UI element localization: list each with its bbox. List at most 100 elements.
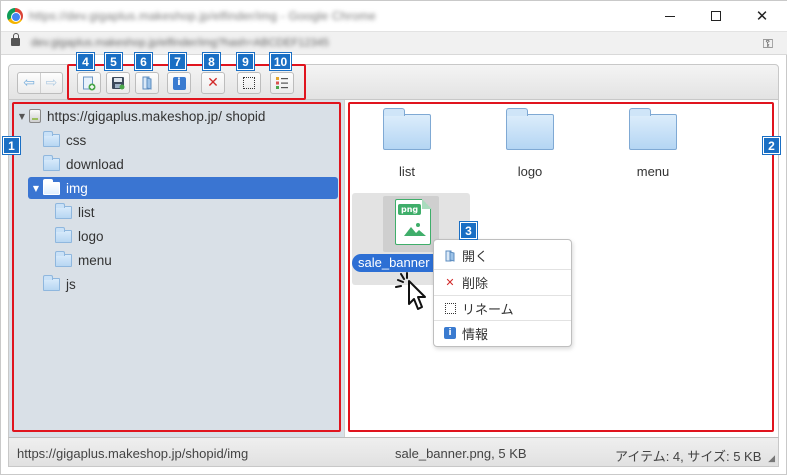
view-toggle-button[interactable] [270,72,294,94]
folder-label: logo [517,164,543,179]
folder-icon [43,154,60,171]
badge-open: 6 [135,53,152,70]
tree-item-label: css [66,132,87,148]
tree-item-download[interactable]: download [43,153,333,175]
close-button[interactable]: ✕ [739,1,785,31]
download-icon [112,77,125,90]
open-icon [142,76,152,90]
url-field[interactable]: dev.gigaplus.makeshop.jp/elfinder/img?ha… [31,37,329,49]
drive-icon [29,109,41,123]
view-list-icon [276,77,288,89]
tree-root-label: https://gigaplus.makeshop.jp/ shopid [47,108,266,124]
tree-item-css[interactable]: css [43,129,333,151]
open-icon [444,250,456,262]
badge-content: 2 [763,137,780,154]
window-title: https://dev.gigaplus.makeshop.jp/elfinde… [29,9,376,23]
chrome-icon [7,8,23,24]
status-bar: https://gigaplus.makeshop.jp/shopid/img … [8,437,779,467]
upload-button[interactable] [77,72,101,94]
status-path: https://gigaplus.makeshop.jp/shopid/img [17,446,249,461]
file-name-label[interactable]: sale_banner [352,254,436,272]
tool-button-group: i ✕ [69,69,304,99]
folder-item-logo[interactable]: logo [486,108,574,179]
maximize-button[interactable] [693,1,739,31]
open-folder-icon [43,178,60,195]
document-icon: png [395,198,432,245]
badge-info: 7 [169,53,186,70]
close-icon: ✕ [755,8,769,25]
badge-delete: 8 [203,53,220,70]
mouse-cursor-icon [395,272,426,310]
delete-icon: ✕ [207,75,219,91]
info-icon: i [172,76,186,90]
folder-icon [55,226,72,243]
badge-view: 10 [270,53,291,70]
title-bar: https://dev.gigaplus.makeshop.jp/elfinde… [1,1,787,31]
folder-icon [55,202,72,219]
address-bar: dev.gigaplus.makeshop.jp/elfinder/img?ha… [1,31,787,55]
toolbar: ⇦ ⇨ i ✕ [8,64,779,100]
download-button[interactable] [106,72,130,94]
forward-button[interactable]: ⇨ [39,73,62,93]
badge-rename: 9 [237,53,254,70]
context-menu-delete[interactable]: ✕ 削除 [434,269,571,294]
tree-item-label: img [66,180,88,196]
folder-icon [43,130,60,147]
context-menu-label: リネーム [462,301,514,317]
upload-icon [83,76,96,90]
context-menu-label: 情報 [462,326,489,342]
status-selection: sale_banner.png, 5 KB [395,446,527,461]
tree-item-img[interactable]: ▼ img [28,177,338,199]
minimize-icon [665,15,675,17]
tree-item-js[interactable]: js [43,273,333,295]
picture-icon [404,223,426,236]
resize-grip-icon[interactable]: ◢ [768,454,775,464]
image-file-icon: png [383,196,439,252]
back-button[interactable]: ⇦ [18,73,40,93]
expand-arrow-icon[interactable]: ▼ [31,184,41,193]
status-summary: アイテム: 4, サイズ: 5 KB [615,449,762,464]
nav-button-group: ⇦ ⇨ [17,72,63,94]
folder-label: menu [636,164,670,179]
folder-icon [629,108,677,150]
badge-download: 5 [105,53,122,70]
rename-icon [243,77,255,89]
context-menu-label: 削除 [462,275,489,291]
rename-button[interactable] [237,72,261,94]
tree-item-label: list [78,204,95,220]
info-icon: i [444,327,456,339]
key-icon[interactable]: ⚿ [763,37,773,52]
badge-context-menu: 3 [460,222,477,239]
badge-tree: 1 [3,137,20,154]
browser-window: https://dev.gigaplus.makeshop.jp/elfinde… [0,0,787,475]
delete-button[interactable]: ✕ [201,72,225,94]
context-menu-rename[interactable]: リネーム [434,295,571,320]
context-menu-label: 開く [462,249,489,264]
folder-icon [55,250,72,267]
folder-icon [383,108,431,150]
tree-item-menu[interactable]: menu [55,249,335,271]
rename-icon [444,302,456,314]
open-button[interactable] [135,72,159,94]
lock-icon [11,33,20,46]
badge-upload: 4 [77,53,94,70]
info-button[interactable]: i [167,72,191,94]
tree-item-label: download [66,156,124,172]
tree-item-label: logo [78,228,104,244]
folder-label: list [399,164,415,179]
folder-item-menu[interactable]: menu [609,108,697,179]
folder-icon [43,274,60,291]
context-menu-info[interactable]: i 情報 [434,320,571,345]
context-menu-open[interactable]: 開く [434,243,571,268]
tree-root[interactable]: ▼ https://gigaplus.makeshop.jp/ shopid [17,105,337,127]
minimize-button[interactable] [647,1,693,31]
tree-item-list[interactable]: list [55,201,335,223]
expand-arrow-icon[interactable]: ▼ [17,112,27,121]
tree-item-logo[interactable]: logo [55,225,335,247]
folder-icon [506,108,554,150]
tree-item-label: js [66,276,76,292]
folder-item-list[interactable]: list [363,108,451,179]
context-menu: 開く ✕ 削除 リネーム i 情報 [433,239,572,347]
maximize-icon [711,11,721,21]
delete-icon: ✕ [445,275,455,289]
